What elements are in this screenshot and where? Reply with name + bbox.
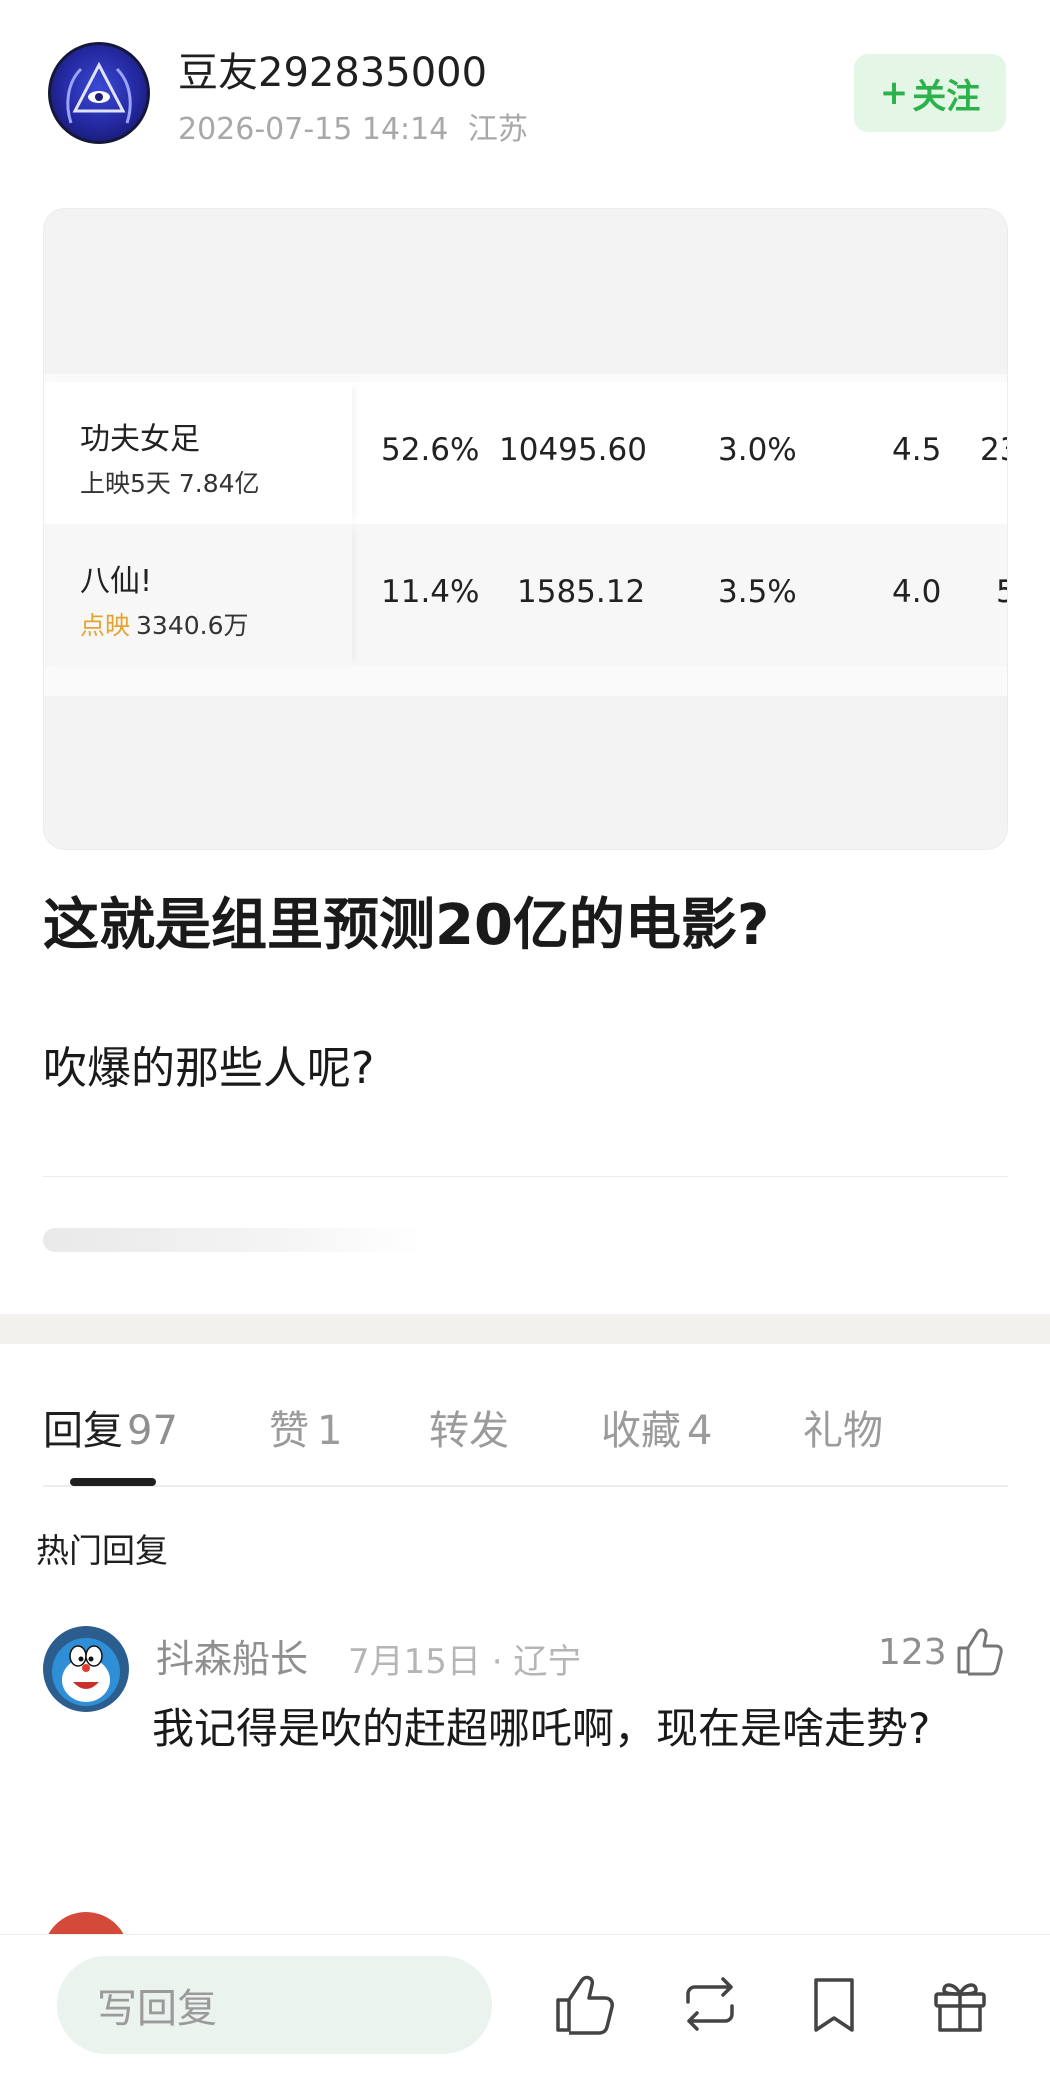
post-meta: 2026-07-15 14:14 江苏 bbox=[178, 104, 528, 148]
comment-text: 我记得是吹的赶超哪吒啊，现在是啥走势? bbox=[152, 1704, 931, 1753]
movie-cell: 功夫女足 上映5天 7.84亿 bbox=[44, 382, 352, 524]
tab-count: 4 bbox=[687, 1408, 713, 1454]
meta-separator: · bbox=[491, 1642, 514, 1682]
author-avatar[interactable] bbox=[48, 42, 150, 144]
movie-cell: 八仙! 点映 3340.6万 bbox=[44, 524, 352, 666]
like-icon[interactable] bbox=[552, 1972, 616, 2036]
active-tab-indicator bbox=[70, 1478, 156, 1486]
preview-tag: 点映 bbox=[80, 611, 131, 640]
bookmark-icon[interactable] bbox=[802, 1972, 866, 2036]
post-location: 江苏 bbox=[467, 112, 528, 147]
post-image[interactable]: 功夫女足 上映5天 7.84亿 52.6% 10495.60 3.0% 4.5 … bbox=[43, 208, 1008, 850]
tab-gifts[interactable]: 礼物 bbox=[803, 1398, 883, 1456]
table-cell: 1585.12 bbox=[517, 574, 646, 610]
tab-count: 1 bbox=[317, 1408, 343, 1454]
table-cell: 11.4% bbox=[381, 574, 480, 610]
comment-like-count: 123 bbox=[878, 1632, 947, 1673]
comment-like-icon[interactable] bbox=[955, 1626, 1003, 1680]
gift-icon[interactable] bbox=[928, 1972, 992, 2036]
table-cell: 4.0 bbox=[892, 574, 942, 610]
post-title: 这就是组里预测20亿的电影? bbox=[43, 893, 770, 958]
table-cell: 4.5 bbox=[892, 432, 942, 468]
movie-subtitle: 上映5天 7.84亿 bbox=[80, 464, 260, 500]
tab-label: 赞 bbox=[269, 1408, 309, 1454]
post-time: 2026-07-15 14:14 bbox=[178, 112, 449, 147]
movie-name: 八仙! bbox=[80, 564, 153, 599]
author-name[interactable]: 豆友292835000 bbox=[178, 40, 487, 98]
divider bbox=[43, 1176, 1008, 1177]
table-cell: 23 bbox=[980, 432, 1007, 468]
movie-subtitle: 点映 3340.6万 bbox=[80, 606, 249, 642]
loading-placeholder bbox=[43, 1228, 423, 1252]
tab-likes[interactable]: 赞1 bbox=[269, 1398, 342, 1456]
tab-label: 收藏 bbox=[601, 1408, 681, 1454]
hot-replies-heading: 热门回复 bbox=[36, 1531, 168, 1570]
box-office-table: 功夫女足 上映5天 7.84亿 52.6% 10495.60 3.0% 4.5 … bbox=[44, 374, 1007, 696]
tab-label: 回复 bbox=[43, 1408, 123, 1454]
table-cell: 3.0% bbox=[718, 432, 797, 468]
commenter-name[interactable]: 抖森船长 bbox=[156, 1628, 308, 1683]
table-row: 功夫女足 上映5天 7.84亿 52.6% 10495.60 3.0% 4.5 … bbox=[44, 382, 1007, 524]
tab-label: 礼物 bbox=[803, 1408, 883, 1454]
repost-icon[interactable] bbox=[678, 1972, 742, 2036]
movie-sub-text: 3340.6万 bbox=[136, 611, 249, 640]
follow-button[interactable]: + 关注 bbox=[854, 54, 1006, 132]
movie-sub-text: 上映5天 7.84亿 bbox=[80, 469, 260, 498]
tab-reposts[interactable]: 转发 bbox=[429, 1398, 509, 1456]
tabs-divider bbox=[43, 1485, 1008, 1487]
table-cell: 52.6% bbox=[381, 432, 480, 468]
eye-triangle-logo-icon bbox=[66, 61, 132, 124]
commenter-avatar[interactable] bbox=[43, 1626, 129, 1712]
table-row: 八仙! 点映3340.6万 11.4% 1585.12 3.5% 4.0 5 bbox=[44, 524, 1007, 666]
section-divider bbox=[0, 1314, 1050, 1344]
movie-name: 功夫女足 bbox=[80, 422, 200, 457]
comment-meta: 7月15日 · 辽宁 bbox=[348, 1634, 581, 1683]
table-cell: 3.5% bbox=[718, 574, 797, 610]
comment-location: 辽宁 bbox=[513, 1642, 582, 1682]
reaction-tabs: 回复 97 赞1 转发 收藏 4 礼物 bbox=[43, 1398, 1008, 1488]
plus-icon: + bbox=[879, 73, 909, 113]
post-body: 吹爆的那些人呢? bbox=[43, 1043, 375, 1094]
follow-label: 关注 bbox=[912, 76, 981, 117]
tab-replies[interactable]: 回复 97 bbox=[43, 1398, 178, 1456]
comment-date: 7月15日 bbox=[348, 1642, 481, 1682]
tab-favorites[interactable]: 收藏 4 bbox=[601, 1398, 712, 1456]
tab-label: 转发 bbox=[429, 1408, 509, 1454]
table-cell: 10495.60 bbox=[499, 432, 647, 468]
table-cell: 5 bbox=[996, 574, 1007, 610]
doraemon-avatar-icon bbox=[52, 1638, 120, 1706]
reply-input[interactable]: 写回复 bbox=[57, 1956, 492, 2054]
tab-count: 97 bbox=[127, 1408, 178, 1454]
